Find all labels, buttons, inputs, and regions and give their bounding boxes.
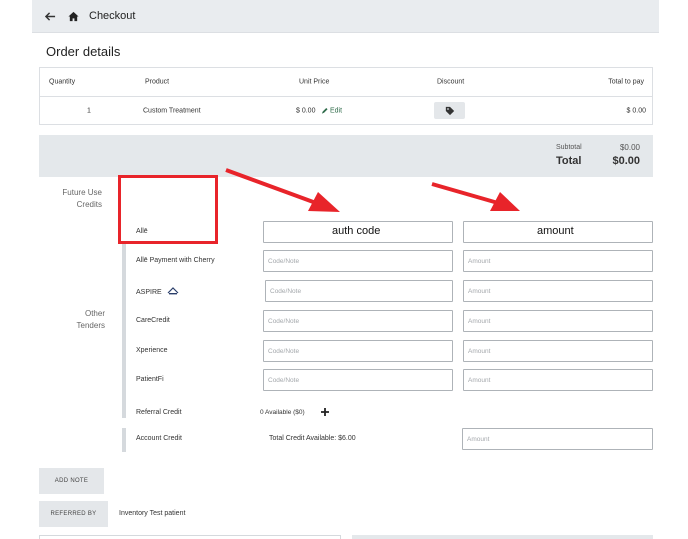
annotation-arrows [225, 168, 520, 212]
annotation-amount: amount [537, 225, 574, 237]
checkout-page: Checkout Order details Quantity Product … [0, 0, 688, 539]
annotation-arrow-1 [225, 168, 317, 205]
annotation-auth-code: auth code [332, 225, 381, 237]
annotation-arrowhead-1 [308, 192, 340, 212]
annotation-arrow-2 [431, 182, 499, 205]
